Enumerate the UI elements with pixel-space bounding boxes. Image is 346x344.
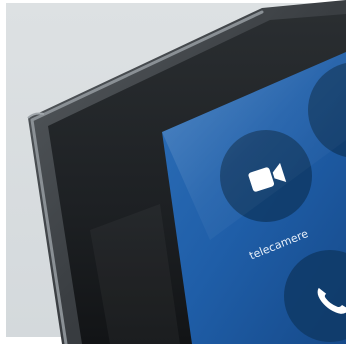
touch-panel-device: telecamere [27, 0, 346, 344]
photo-scene: telecamere [0, 0, 346, 344]
